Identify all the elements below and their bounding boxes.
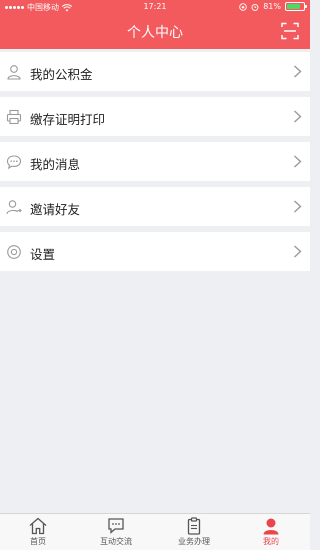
tab-mine[interactable]: 我的 [253,514,289,550]
menu-item-label: 邀请好友 [30,202,81,217]
tab-business[interactable]: 业务办理 [170,514,218,550]
tab-label: 首页 [30,537,46,546]
tab-label: 业务办理 [178,537,210,546]
menu-item-messages[interactable]: 我的消息 [0,142,310,181]
page-title: 个人中心 [127,25,183,41]
menu-item-invite-friends[interactable]: 邀请好友 [0,187,310,226]
lock-rotation-icon [239,2,247,11]
menu-item-label: 我的公积金 [30,67,93,82]
alarm-icon [251,3,259,11]
chat-icon [108,518,124,534]
menu-item-label: 我的消息 [30,157,81,172]
chevron-right-icon [294,245,302,258]
tab-interaction[interactable]: 互动交流 [92,514,140,550]
top-header: 中国移动 17:21 81% 个人中心 [0,0,310,49]
message-icon [6,155,22,170]
menu-item-label: 缴存证明打印 [30,112,106,127]
battery-percent: 81% [263,2,281,11]
home-icon [29,517,47,535]
chevron-right-icon [294,155,302,168]
user-icon [7,65,21,80]
menu-item-deposit-certificate[interactable]: 缴存证明打印 [0,97,310,136]
menu-item-label: 设置 [30,247,56,262]
status-bar: 中国移动 17:21 81% [0,0,310,14]
printer-icon [6,109,22,125]
profile-icon [263,518,279,535]
tab-label: 互动交流 [100,537,132,546]
invite-icon [6,200,22,215]
tab-home[interactable]: 首页 [18,514,58,550]
menu-item-settings[interactable]: 设置 [0,232,310,271]
chevron-right-icon [294,110,302,123]
menu-item-housing-fund[interactable]: 我的公积金 [0,52,310,91]
battery-icon [285,2,307,11]
chevron-right-icon [294,200,302,213]
menu-list: 我的公积金 缴存证明打印 我的消息 邀请好友 设置 [0,52,310,271]
scan-icon[interactable] [281,22,299,40]
bottom-tab-bar: 首页 互动交流 业务办理 我的 [0,513,310,550]
chevron-right-icon [294,65,302,78]
settings-icon [7,245,21,259]
tab-label: 我的 [263,537,279,546]
clipboard-icon [187,517,201,535]
